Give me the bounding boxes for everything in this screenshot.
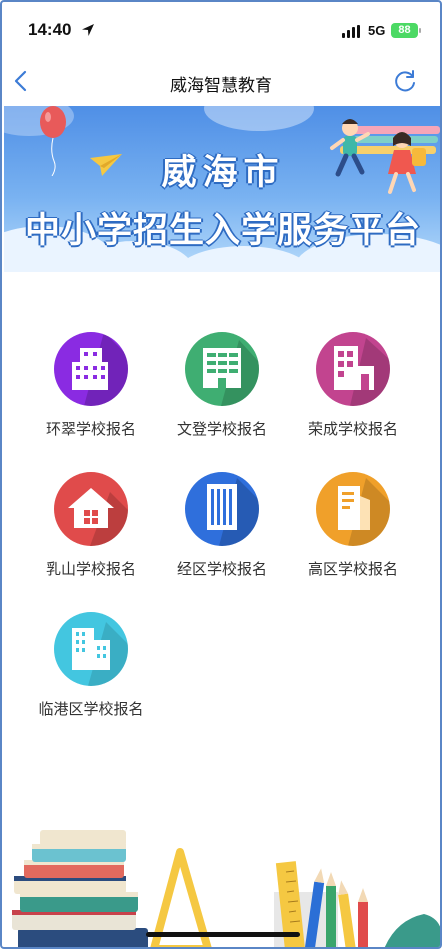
status-bar: 14:40 5G 88: [2, 2, 440, 60]
tile-wendeng[interactable]: 文登学校报名: [157, 332, 287, 442]
status-time: 14:40: [28, 20, 72, 39]
tile-label: 乳山学校报名: [45, 560, 136, 578]
tower-building-icon: [185, 472, 259, 546]
apartment-building-icon: [54, 612, 128, 686]
tile-label: 荣成学校报名: [307, 420, 398, 438]
nav-bar: 威海智慧教育: [2, 60, 440, 104]
tile-label: 临港区学校报名: [38, 700, 144, 718]
network-type: 5G: [368, 23, 386, 38]
tile-label: 经区学校报名: [176, 560, 267, 578]
home-indicator[interactable]: [146, 932, 300, 937]
tile-label: 高区学校报名: [307, 560, 398, 578]
signal-strength-icon: [342, 25, 360, 38]
office-building-icon: [185, 332, 259, 406]
battery-icon: 88: [391, 23, 418, 38]
tile-rongcheng[interactable]: 荣成学校报名: [288, 332, 418, 442]
banner-subtitle: 中小学招生入学服务平台: [24, 211, 421, 251]
tile-label: 文登学校报名: [176, 420, 267, 438]
tile-lingangqu[interactable]: 临港区学校报名: [26, 612, 156, 722]
storefront-building-icon: [316, 332, 390, 406]
refresh-icon[interactable]: [392, 68, 418, 94]
tile-gaoqu[interactable]: 高区学校报名: [288, 472, 418, 582]
house-icon: [54, 472, 128, 546]
page-title: 威海智慧教育: [170, 76, 272, 96]
stationery-illustration: [12, 830, 440, 947]
tile-huancui[interactable]: 环翠学校报名: [26, 332, 156, 442]
location-arrow-icon: [82, 24, 94, 36]
document-building-icon: [316, 472, 390, 546]
app-frame: 14:40 5G 88 威海智慧教育 威海市 中小学招生入学服务平台 环翠学校报…: [0, 0, 442, 949]
tile-jingqu[interactable]: 经区学校报名: [157, 472, 287, 582]
battery-tip: [419, 28, 421, 33]
tile-label: 环翠学校报名: [45, 420, 136, 438]
hero-banner: 威海市 中小学招生入学服务平台: [4, 106, 440, 272]
building-icon: [54, 332, 128, 406]
running-kids-illustration: [330, 119, 440, 194]
tile-rushan[interactable]: 乳山学校报名: [26, 472, 156, 582]
